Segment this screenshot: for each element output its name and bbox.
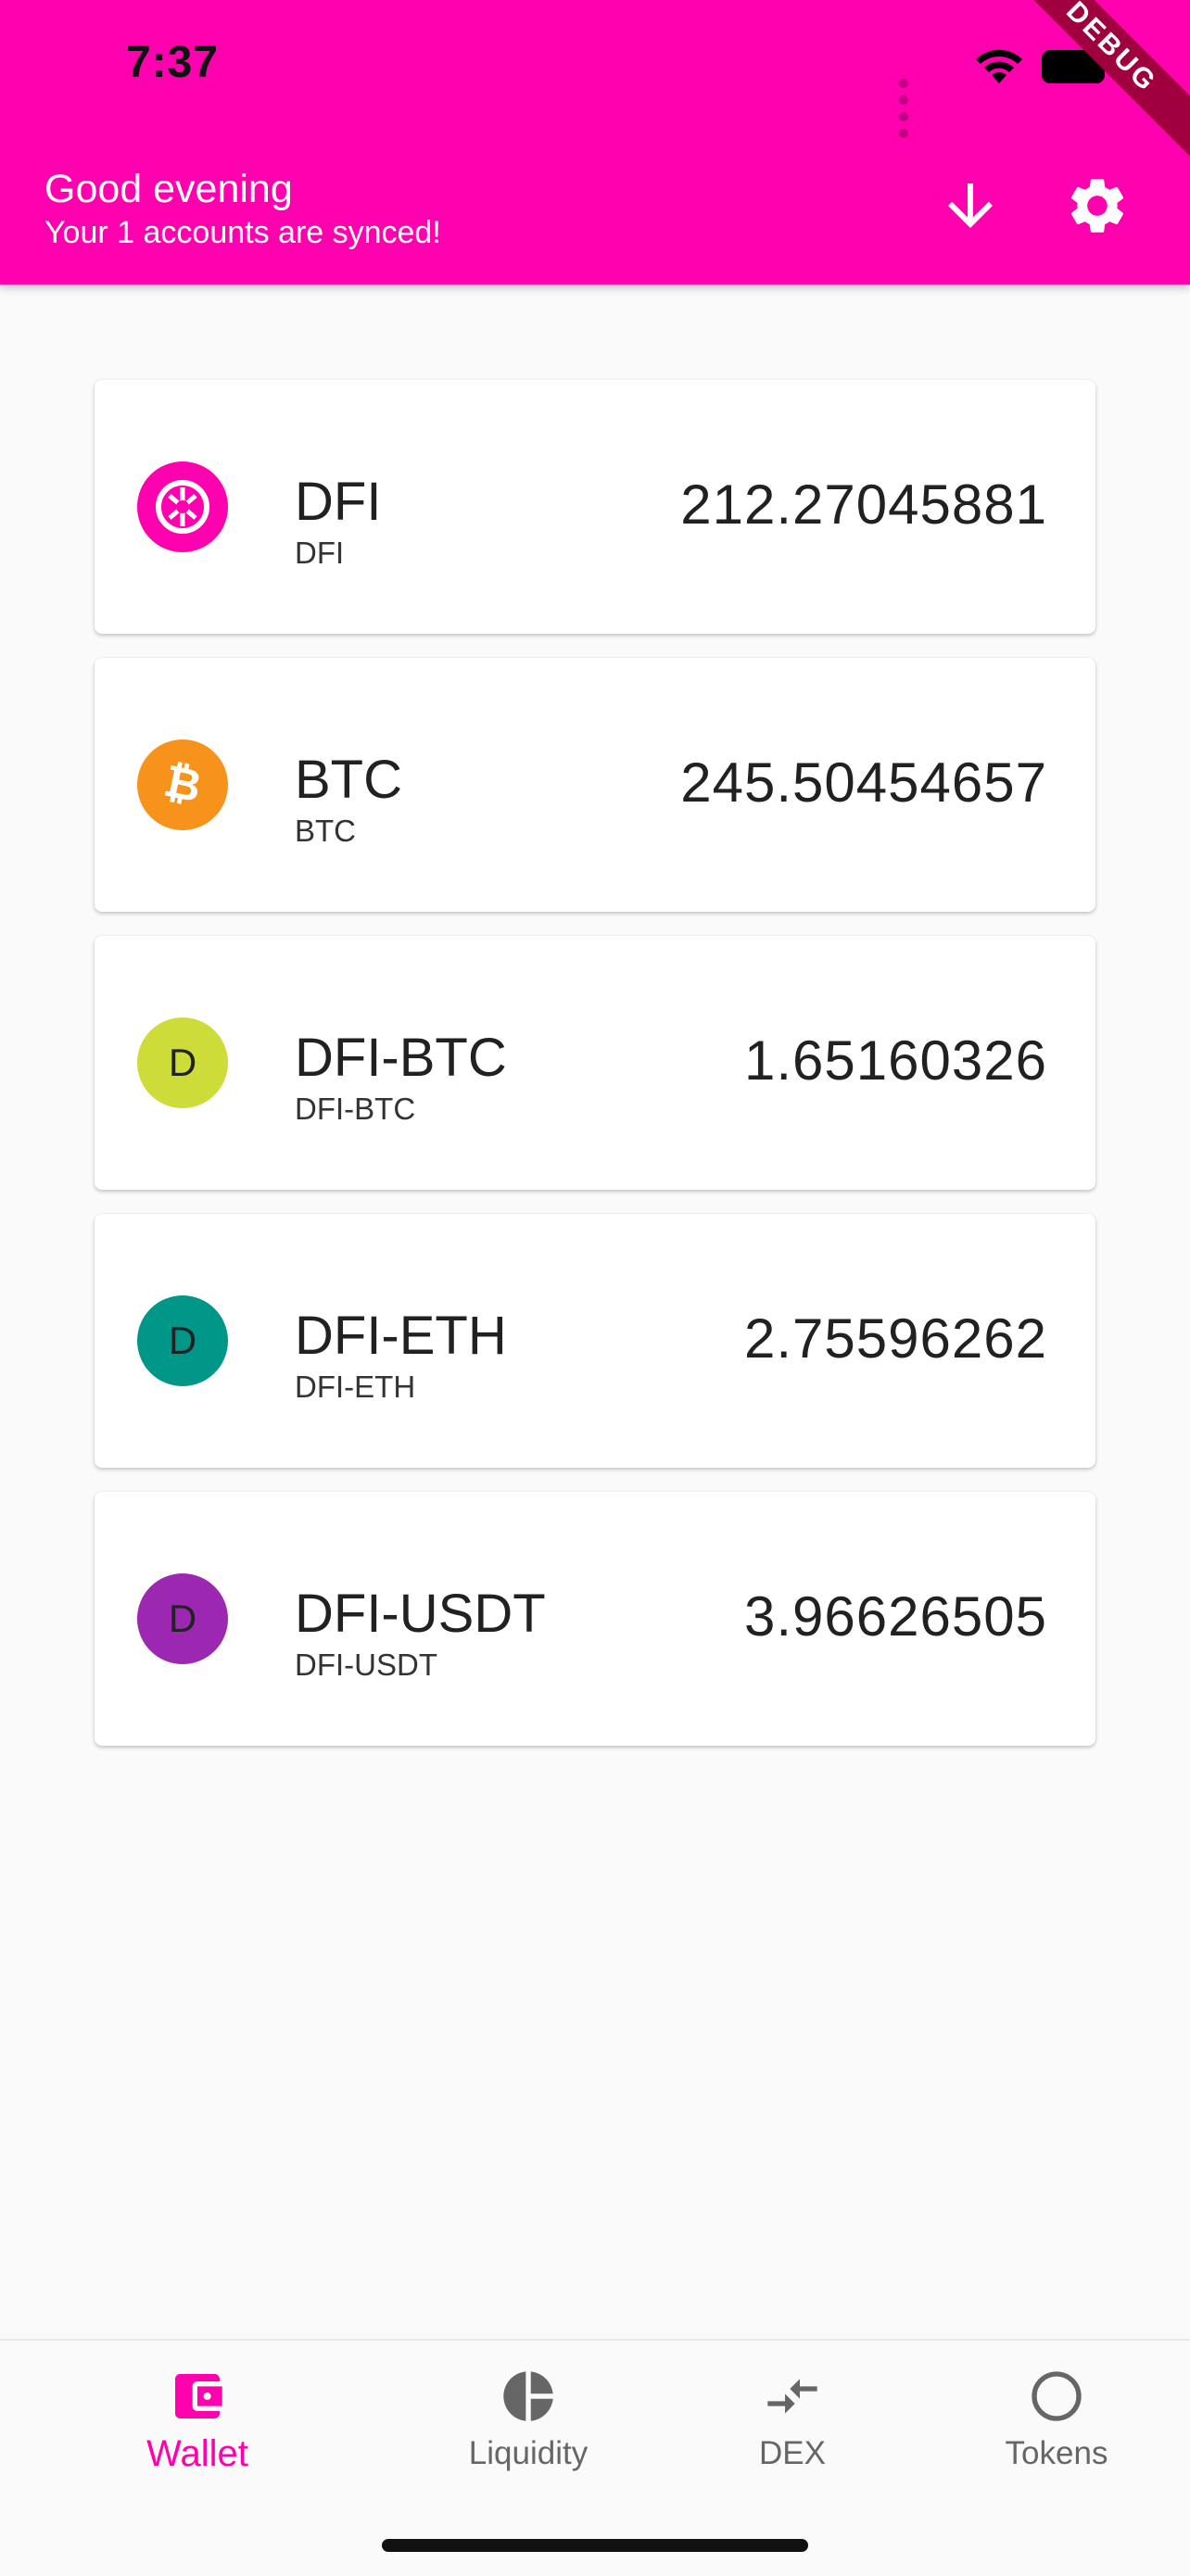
svg-text:₿: ₿ xyxy=(159,756,206,813)
token-name: DFI-BTC xyxy=(295,1028,507,1088)
nav-wallet[interactable]: Wallet xyxy=(95,2367,299,2475)
receive-button[interactable] xyxy=(937,172,1004,239)
token-name: BTC xyxy=(295,750,402,810)
token-card-dfi-usdt[interactable]: D DFI-USDT DFI-USDT 3.96626505 xyxy=(95,1492,1095,1746)
circle-icon xyxy=(1032,2371,1082,2421)
token-symbol: DFI-USDT xyxy=(295,1648,437,1682)
token-balance: 3.96626505 xyxy=(744,1585,1047,1648)
app-bar: 7:37 DEBUG Good evening Your 1 accounts … xyxy=(0,0,1190,284)
token-balance: 212.27045881 xyxy=(680,474,1047,536)
token-card-dfi-btc[interactable]: D DFI-BTC DFI-BTC 1.65160326 xyxy=(95,936,1095,1190)
wifi-icon xyxy=(976,49,1022,83)
wallet-icon xyxy=(175,2374,222,2418)
nav-label: Liquidity xyxy=(468,2435,589,2471)
greeting-title: Good evening xyxy=(44,167,293,211)
sync-status: Your 1 accounts are synced! xyxy=(44,215,441,250)
swap-icon xyxy=(767,2379,817,2414)
gear-icon xyxy=(1070,179,1124,233)
token-card-dfi-eth[interactable]: D DFI-ETH DFI-ETH 2.75596262 xyxy=(95,1214,1095,1468)
pie-chart-icon xyxy=(503,2371,553,2421)
token-name: DFI-ETH xyxy=(295,1306,507,1366)
status-time: 7:37 xyxy=(126,38,220,87)
token-symbol: DFI-BTC xyxy=(295,1092,416,1126)
settings-button[interactable] xyxy=(1064,172,1131,239)
nav-label: Wallet xyxy=(146,2433,248,2474)
token-list: DFI DFI 212.27045881 ₿ BTC BTC 245.50454… xyxy=(95,380,1095,1770)
nav-dex[interactable]: DEX xyxy=(690,2367,894,2472)
token-symbol: DFI-ETH xyxy=(295,1370,416,1404)
arrow-down-icon xyxy=(948,183,993,228)
nav-liquidity[interactable]: Liquidity xyxy=(426,2367,630,2472)
bitcoin-logo-icon: ₿ xyxy=(137,739,228,830)
token-card-btc[interactable]: ₿ BTC BTC 245.50454657 xyxy=(95,658,1095,912)
token-symbol: BTC xyxy=(295,814,356,848)
token-balance: 2.75596262 xyxy=(744,1307,1047,1370)
nav-tokens[interactable]: Tokens xyxy=(955,2367,1158,2472)
token-name: DFI-USDT xyxy=(295,1584,546,1644)
token-balance: 1.65160326 xyxy=(744,1029,1047,1092)
home-indicator xyxy=(382,2539,808,2552)
token-card-dfi[interactable]: DFI DFI 212.27045881 xyxy=(95,380,1095,634)
cellular-signal-icon xyxy=(899,76,912,143)
greeting: Good evening Your 1 accounts are synced! xyxy=(44,165,441,252)
nav-label: DEX xyxy=(759,2435,826,2471)
token-name: DFI xyxy=(295,472,382,532)
token-balance: 245.50454657 xyxy=(680,751,1047,814)
token-avatar: D xyxy=(137,1017,228,1108)
dfi-logo-icon xyxy=(137,461,228,552)
nav-label: Tokens xyxy=(1005,2435,1108,2471)
token-avatar: D xyxy=(137,1573,228,1664)
token-avatar: D xyxy=(137,1295,228,1386)
token-symbol: DFI xyxy=(295,536,345,570)
